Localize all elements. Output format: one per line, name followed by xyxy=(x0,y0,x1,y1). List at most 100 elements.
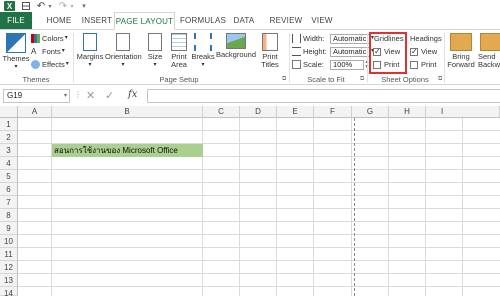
scale-to-fit-launcher-icon[interactable]: ⧉ xyxy=(360,76,364,83)
undo-icon[interactable]: ↶ xyxy=(36,1,46,12)
column-header-b[interactable]: B xyxy=(52,106,203,118)
redo-icon[interactable]: ↷ xyxy=(58,1,68,12)
column-header-a[interactable]: A xyxy=(18,106,52,118)
select-all-corner[interactable] xyxy=(0,106,18,118)
row-header[interactable]: 2 xyxy=(0,131,18,144)
send-backward-button[interactable]: Send Backw xyxy=(478,33,500,69)
undo-dropdown-icon[interactable]: ▾ xyxy=(47,1,53,11)
redo-dropdown-icon[interactable]: ▾ xyxy=(69,1,75,11)
background-icon xyxy=(226,33,246,49)
tab-data[interactable]: DATA xyxy=(229,12,259,29)
gridline xyxy=(18,130,500,131)
row-header[interactable]: 3 xyxy=(0,144,18,157)
tab-insert[interactable]: INSERT xyxy=(78,12,116,29)
worksheet-grid[interactable]: A B C D E F G H I 1 2 3 4 5 6 7 8 9 10 1… xyxy=(0,106,500,296)
insert-function-icon[interactable]: fx xyxy=(128,89,137,100)
margins-button[interactable]: Margins ▾ xyxy=(76,33,104,69)
orientation-label: Orientation xyxy=(105,52,142,61)
print-titles-icon xyxy=(262,33,278,51)
enter-icon[interactable]: ✓ xyxy=(105,89,114,102)
row-header[interactable]: 9 xyxy=(0,222,18,235)
tab-page-layout[interactable]: PAGE LAYOUT xyxy=(114,12,175,30)
width-control: Width: Automatic ▾ xyxy=(292,33,374,44)
colors-label: Colors xyxy=(42,34,64,43)
headings-view-checkbox[interactable]: ✓ View xyxy=(410,46,437,57)
row-header[interactable]: 7 xyxy=(0,196,18,209)
formula-bar-grip-icon: ⋮ xyxy=(74,90,82,99)
row-header[interactable]: 14 xyxy=(0,287,18,296)
sheet-options-launcher-icon[interactable]: ⧉ xyxy=(438,76,442,83)
background-button[interactable]: Background xyxy=(215,33,257,59)
name-box-dropdown-icon[interactable]: ▾ xyxy=(64,90,67,102)
group-divider xyxy=(444,33,445,83)
gridline xyxy=(18,286,500,287)
orientation-button[interactable]: Orientation ▾ xyxy=(105,33,142,69)
width-select[interactable]: Automatic xyxy=(330,33,370,44)
fonts-button[interactable]: A Fonts ▾ xyxy=(31,46,65,57)
effects-button[interactable]: Effects ▾ xyxy=(31,59,69,70)
column-header-d[interactable]: D xyxy=(240,106,277,118)
size-label: Size xyxy=(147,52,163,61)
gridlines-print-checkbox[interactable]: Print xyxy=(373,59,399,70)
print-titles-button[interactable]: Print Titles xyxy=(258,33,282,69)
cancel-icon[interactable]: ✕ xyxy=(86,89,95,102)
row-header[interactable]: 13 xyxy=(0,274,18,287)
tab-review[interactable]: REVIEW xyxy=(266,12,306,29)
colors-button[interactable]: Colors ▾ xyxy=(31,33,68,44)
row-header[interactable]: 1 xyxy=(0,118,18,131)
gridline xyxy=(18,221,500,222)
excel-logo-icon[interactable]: X xyxy=(4,1,15,11)
themes-button[interactable]: Themes ▾ xyxy=(2,33,30,71)
page-setup-launcher-icon[interactable]: ⧉ xyxy=(282,76,286,83)
column-header-c[interactable]: C xyxy=(203,106,240,118)
print-area-icon xyxy=(171,33,187,51)
save-icon[interactable] xyxy=(21,1,31,11)
column-header-g[interactable]: G xyxy=(352,106,389,118)
colors-icon xyxy=(31,34,40,43)
size-icon xyxy=(148,33,162,51)
sheet-options-group-label: Sheet Options xyxy=(381,75,429,84)
checkbox-unchecked-icon xyxy=(373,60,381,69)
row-header[interactable]: 8 xyxy=(0,209,18,222)
customize-toolbar-icon[interactable]: ▾ xyxy=(80,1,88,11)
scale-control: Scale: 100%▲▼ xyxy=(292,59,370,70)
effects-label: Effects xyxy=(42,60,65,69)
name-box[interactable]: G19 ▾ xyxy=(3,89,70,103)
cell-b3[interactable]: สอนการใช้งานของ Microsoft Office xyxy=(52,144,203,157)
gridlines-view-checkbox[interactable]: ✓ View xyxy=(373,46,400,57)
name-box-value: G19 xyxy=(7,91,23,100)
tab-file[interactable]: FILE xyxy=(0,12,32,29)
bring-forward-button[interactable]: Bring Forward xyxy=(446,33,476,69)
height-select[interactable]: Automatic xyxy=(330,46,370,57)
quick-access-toolbar: X ↶ ▾ ↷ ▾ ▾ xyxy=(0,0,500,12)
size-button[interactable]: Size ▾ xyxy=(143,33,167,69)
formula-bar: G19 ▾ ⋮ ✕ ✓ fx xyxy=(0,86,500,105)
row-header[interactable]: 6 xyxy=(0,183,18,196)
row-header[interactable]: 4 xyxy=(0,157,18,170)
print-titles-label: Print Titles xyxy=(261,52,279,69)
column-header-f[interactable]: F xyxy=(314,106,352,118)
tab-home[interactable]: HOME xyxy=(41,12,77,29)
headings-print-checkbox[interactable]: Print xyxy=(410,59,436,70)
breaks-button[interactable]: Breaks ▾ xyxy=(191,33,215,69)
checkbox-checked-icon: ✓ xyxy=(410,46,418,56)
tab-view[interactable]: VIEW xyxy=(308,12,336,29)
column-header-i[interactable]: I xyxy=(426,106,500,118)
scale-input[interactable]: 100% xyxy=(330,59,364,70)
tab-formulas[interactable]: FORMULAS xyxy=(179,12,227,29)
gridline xyxy=(18,260,500,261)
print-area-button[interactable]: Print Area xyxy=(167,33,191,69)
column-header-e[interactable]: E xyxy=(277,106,314,118)
row-header[interactable]: 5 xyxy=(0,170,18,183)
row-header[interactable]: 10 xyxy=(0,235,18,248)
height-icon xyxy=(292,47,301,56)
column-header-h[interactable]: H xyxy=(389,106,426,118)
headings-heading: Headings xyxy=(410,34,442,43)
width-icon xyxy=(292,34,301,43)
gridline xyxy=(388,118,389,296)
row-header[interactable]: 11 xyxy=(0,248,18,261)
print-area-label: Print Area xyxy=(171,52,187,69)
send-backward-icon xyxy=(480,33,500,51)
formula-input[interactable] xyxy=(147,89,500,103)
row-header[interactable]: 12 xyxy=(0,261,18,274)
